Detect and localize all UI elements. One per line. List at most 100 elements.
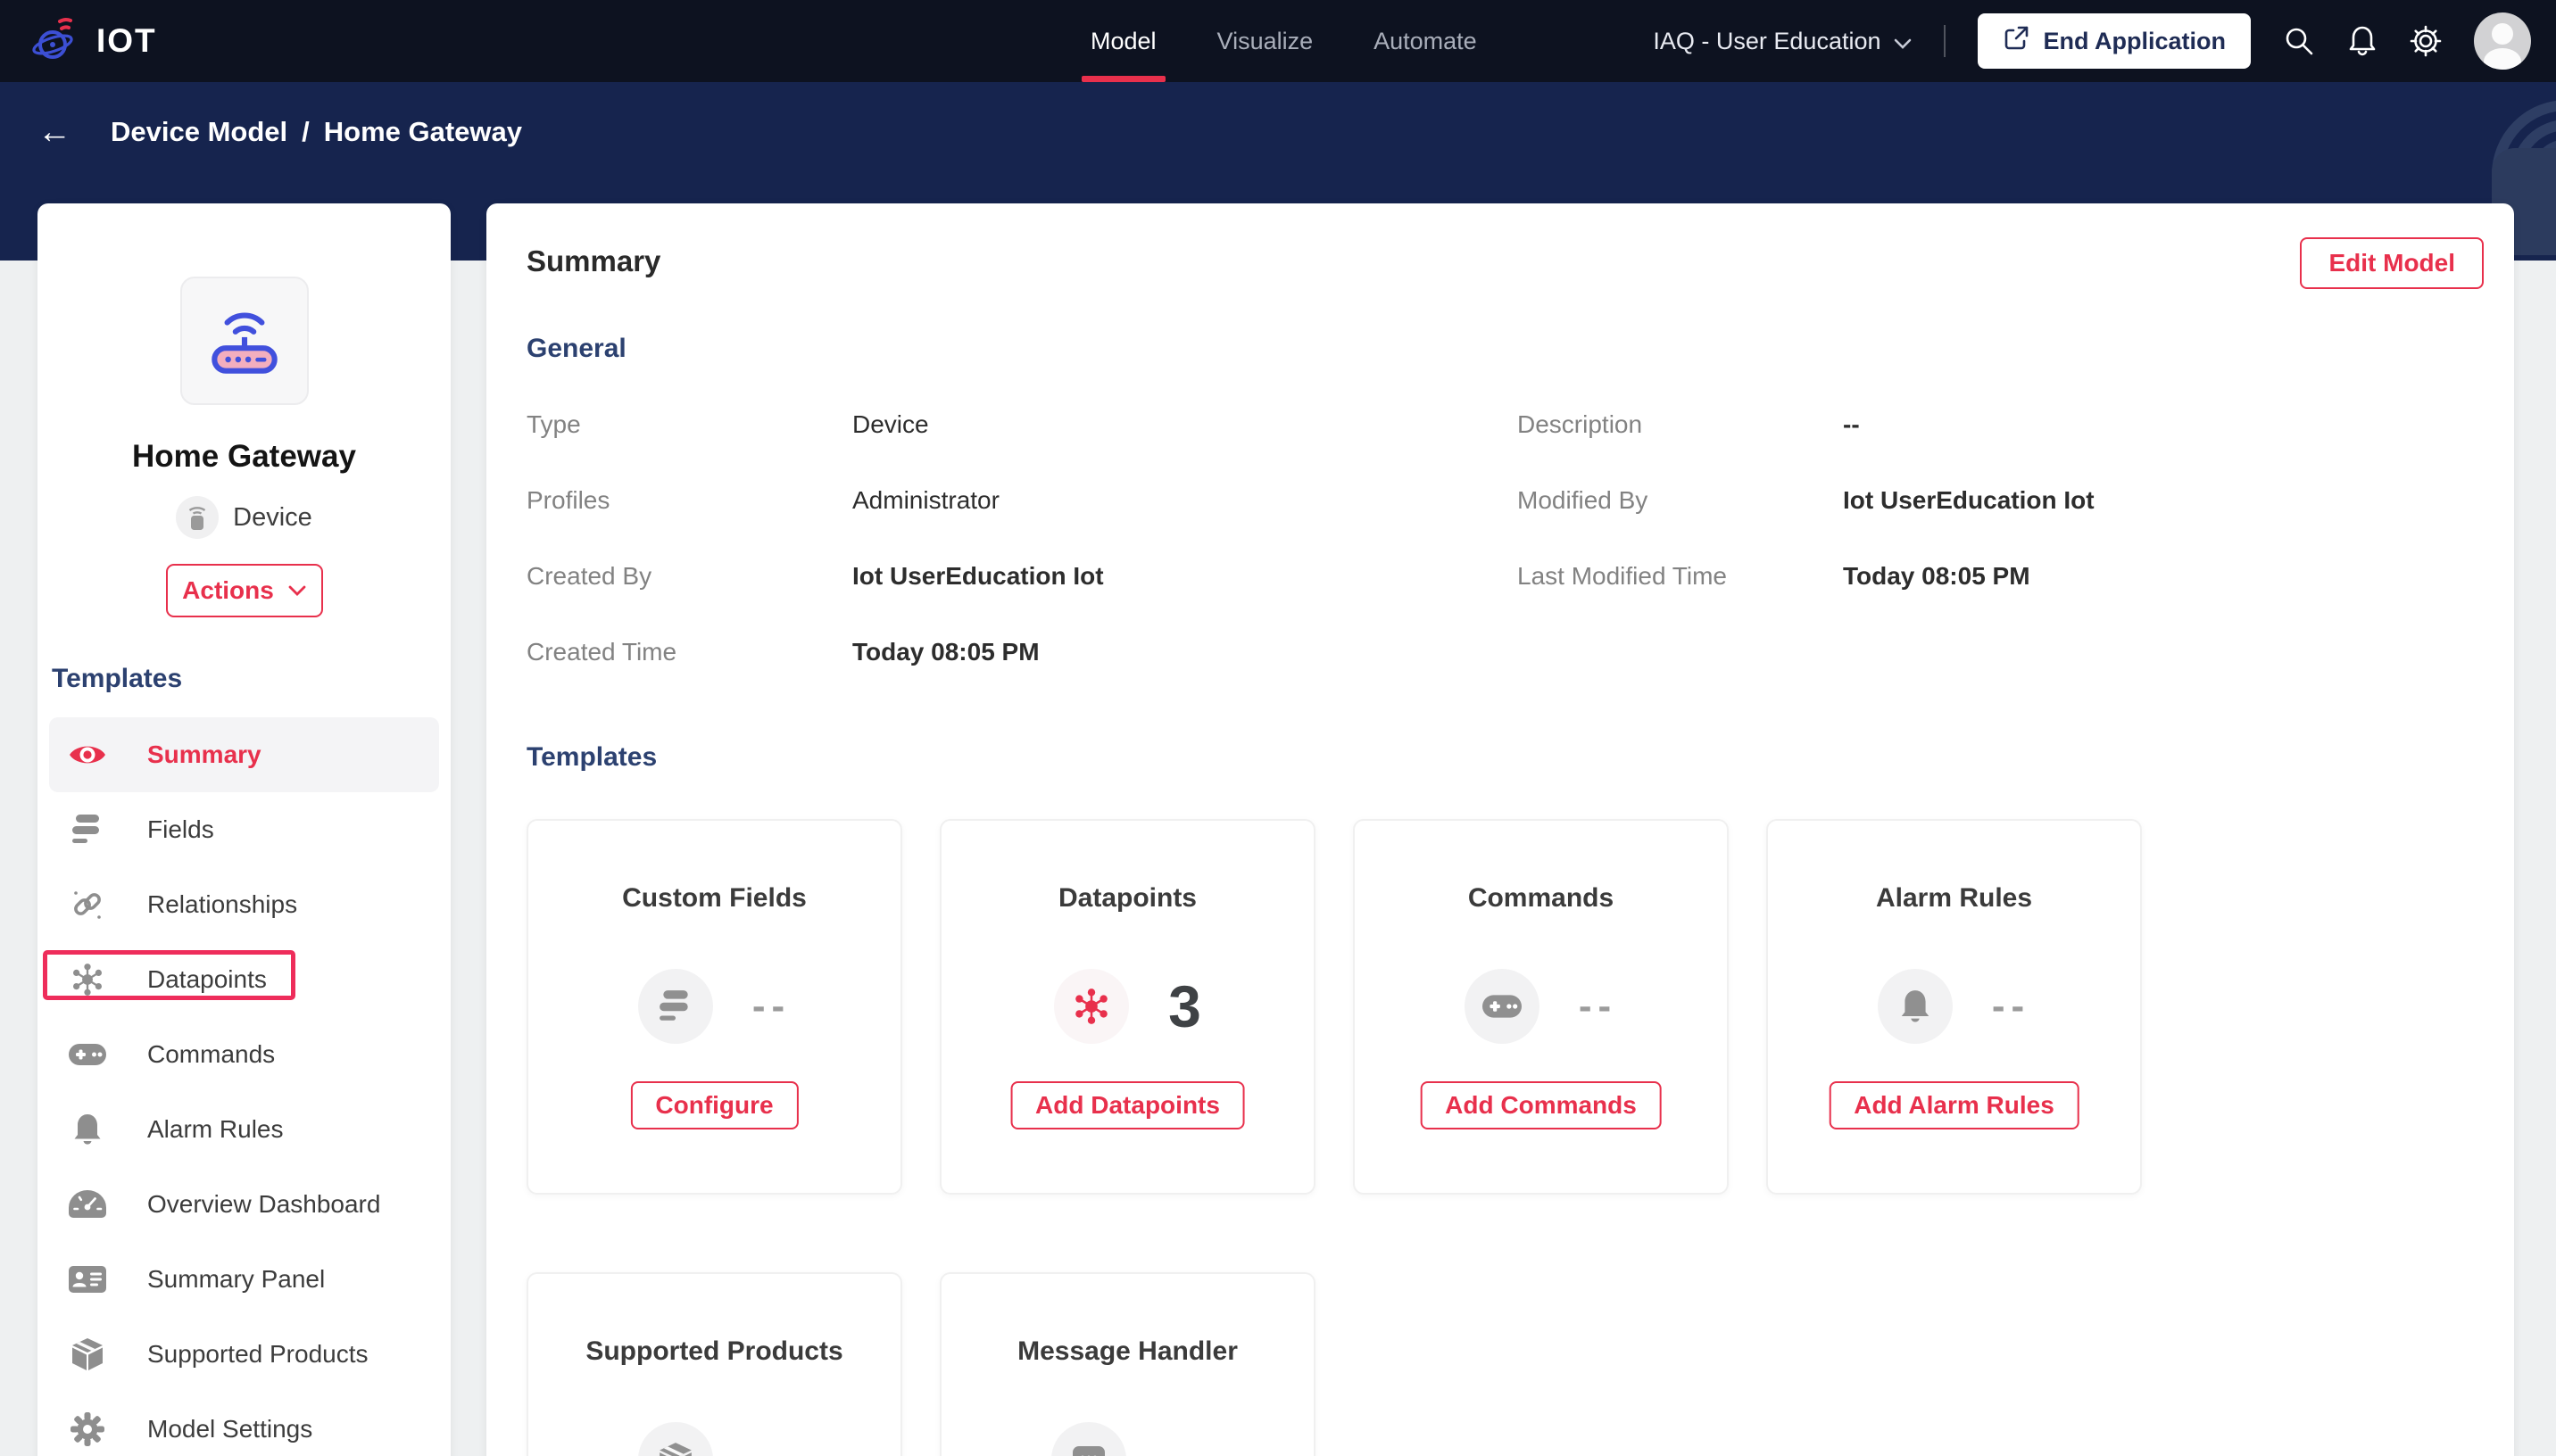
sidebar-item-supported-products[interactable]: Supported Products (49, 1317, 439, 1392)
alarm-rules-card: Alarm Rules -- Add Alarm Rules (1766, 819, 2142, 1195)
sidebar-item-label: Commands (147, 1040, 276, 1068)
sidebar-menu: Summary Fields Relationships Datapoints … (37, 717, 451, 1456)
general-fields: Type Device Profiles Administrator Creat… (527, 410, 2474, 714)
message-handler-card: Message Handler -- (940, 1272, 1315, 1456)
card-title: Datapoints (1058, 883, 1197, 913)
sidebar-item-label: Fields (147, 815, 214, 843)
field-value: Iot UserEducation Iot (852, 562, 1104, 590)
id-card-icon (67, 1266, 108, 1293)
router-icon (211, 312, 278, 374)
add-datapoints-button[interactable]: Add Datapoints (1010, 1081, 1245, 1129)
field-label: Modified By (1517, 486, 1648, 514)
custom-fields-card: Custom Fields -- Configure (527, 819, 902, 1195)
templates-section-heading: Templates (52, 664, 183, 693)
sidebar-item-label: Overview Dashboard (147, 1190, 381, 1218)
external-link-icon (2003, 25, 2029, 58)
chevron-down-icon (1894, 28, 1912, 55)
field-row-type: Type Device (527, 410, 1517, 439)
topbar-right-group: IAQ - User Education End Application (1653, 12, 2531, 70)
card-title: Custom Fields (622, 883, 807, 913)
field-value: Iot UserEducation Iot (1843, 486, 2095, 514)
sidebar-item-overview-dashboard[interactable]: Overview Dashboard (49, 1167, 439, 1242)
brand: IOT (30, 12, 157, 70)
card-title: Alarm Rules (1875, 883, 2033, 913)
sidebar-item-label: Relationships (147, 890, 298, 918)
user-avatar[interactable] (2474, 12, 2531, 70)
gauge-icon (67, 1190, 108, 1219)
sidebar-item-datapoints[interactable]: Datapoints (43, 942, 439, 1017)
end-application-button[interactable]: End Application (1977, 13, 2251, 69)
actions-button[interactable]: Actions (165, 564, 323, 617)
field-row-last-modified-time: Last Modified Time Today 08:05 PM (1517, 562, 2474, 591)
field-value: -- (1843, 410, 1860, 438)
summary-panel: Summary Edit Model General Type Device P… (486, 203, 2514, 1456)
configure-button[interactable]: Configure (630, 1081, 799, 1129)
chevron-down-icon (288, 585, 306, 596)
field-row-modified-by: Modified By Iot UserEducation Iot (1517, 486, 2474, 515)
fields-icon (67, 815, 108, 845)
field-label: Last Modified Time (1517, 562, 1727, 590)
tab-automate[interactable]: Automate (1365, 0, 1486, 82)
primary-tabs: Model Visualize Automate (1082, 0, 1486, 82)
field-value: Device (852, 410, 929, 438)
application-selector-label: IAQ - User Education (1653, 27, 1881, 54)
sidebar-item-alarm-rules[interactable]: Alarm Rules (49, 1092, 439, 1167)
breadcrumb-section[interactable]: Device Model (111, 116, 287, 148)
card-count: -- (752, 1437, 791, 1456)
sidebar-item-label: Datapoints (147, 965, 267, 993)
add-alarm-rules-button[interactable]: Add Alarm Rules (1829, 1081, 2079, 1129)
application-selector[interactable]: IAQ - User Education (1653, 28, 1911, 55)
sidebar-item-commands[interactable]: Commands (49, 1017, 439, 1092)
supported-products-card: Supported Products -- (527, 1272, 902, 1456)
template-cards-row-2: Supported Products -- Message Handler -- (527, 1272, 2474, 1456)
sidebar-item-summary[interactable]: Summary (49, 717, 439, 792)
message-icon (1050, 1422, 1126, 1456)
general-section-heading: General (527, 334, 627, 363)
tab-model[interactable]: Model (1082, 0, 1166, 82)
breadcrumb-separator: / (302, 116, 310, 147)
device-type-row: Device (37, 496, 451, 539)
field-row-profiles: Profiles Administrator (527, 486, 1517, 515)
field-row-created-time: Created Time Today 08:05 PM (527, 638, 1517, 666)
card-count: -- (1578, 984, 1618, 1028)
edit-model-button[interactable]: Edit Model (2300, 237, 2484, 289)
actions-label: Actions (182, 576, 274, 604)
settings-gear-icon[interactable] (2410, 25, 2442, 57)
package-icon (67, 1336, 108, 1372)
tab-visualize[interactable]: Visualize (1208, 0, 1323, 82)
back-arrow-icon[interactable]: ← (37, 115, 71, 149)
end-application-label: End Application (2043, 27, 2227, 54)
datapoints-icon (67, 962, 108, 997)
field-label: Description (1517, 410, 1643, 438)
device-type-icon (176, 496, 220, 539)
bell-icon (67, 1113, 108, 1146)
field-label: Created Time (527, 638, 677, 666)
add-commands-button[interactable]: Add Commands (1420, 1081, 1662, 1129)
breadcrumb-current: Home Gateway (323, 116, 523, 147)
sidebar-item-summary-panel[interactable]: Summary Panel (49, 1242, 439, 1317)
notifications-bell-icon[interactable] (2347, 24, 2378, 58)
package-icon (637, 1422, 713, 1456)
field-row-description: Description -- (1517, 410, 2474, 439)
field-label: Type (527, 410, 581, 438)
sidebar-item-label: Alarm Rules (147, 1115, 284, 1143)
sidebar-item-model-settings[interactable]: Model Settings (49, 1392, 439, 1456)
breadcrumb: Device Model / Home Gateway (111, 116, 522, 148)
field-value: Today 08:05 PM (1843, 562, 2030, 590)
device-image (179, 277, 309, 405)
topbar-divider (1943, 25, 1946, 57)
field-value: Administrator (852, 486, 1000, 514)
template-cards-row-1: Custom Fields -- Configure Datapoints 3 … (527, 819, 2474, 1195)
field-label: Profiles (527, 486, 610, 514)
sidebar-item-fields[interactable]: Fields (49, 792, 439, 867)
search-icon[interactable] (2283, 25, 2315, 57)
brand-title: IOT (96, 22, 157, 59)
gamepad-icon (67, 1044, 108, 1065)
link-icon (67, 887, 108, 922)
gear-icon (67, 1411, 108, 1447)
bell-icon (1877, 969, 1953, 1044)
commands-card: Commands -- Add Commands (1353, 819, 1729, 1195)
avatar-head-shape (2492, 23, 2513, 45)
sidebar-item-relationships[interactable]: Relationships (49, 867, 439, 942)
avatar-body-shape (2484, 48, 2521, 70)
